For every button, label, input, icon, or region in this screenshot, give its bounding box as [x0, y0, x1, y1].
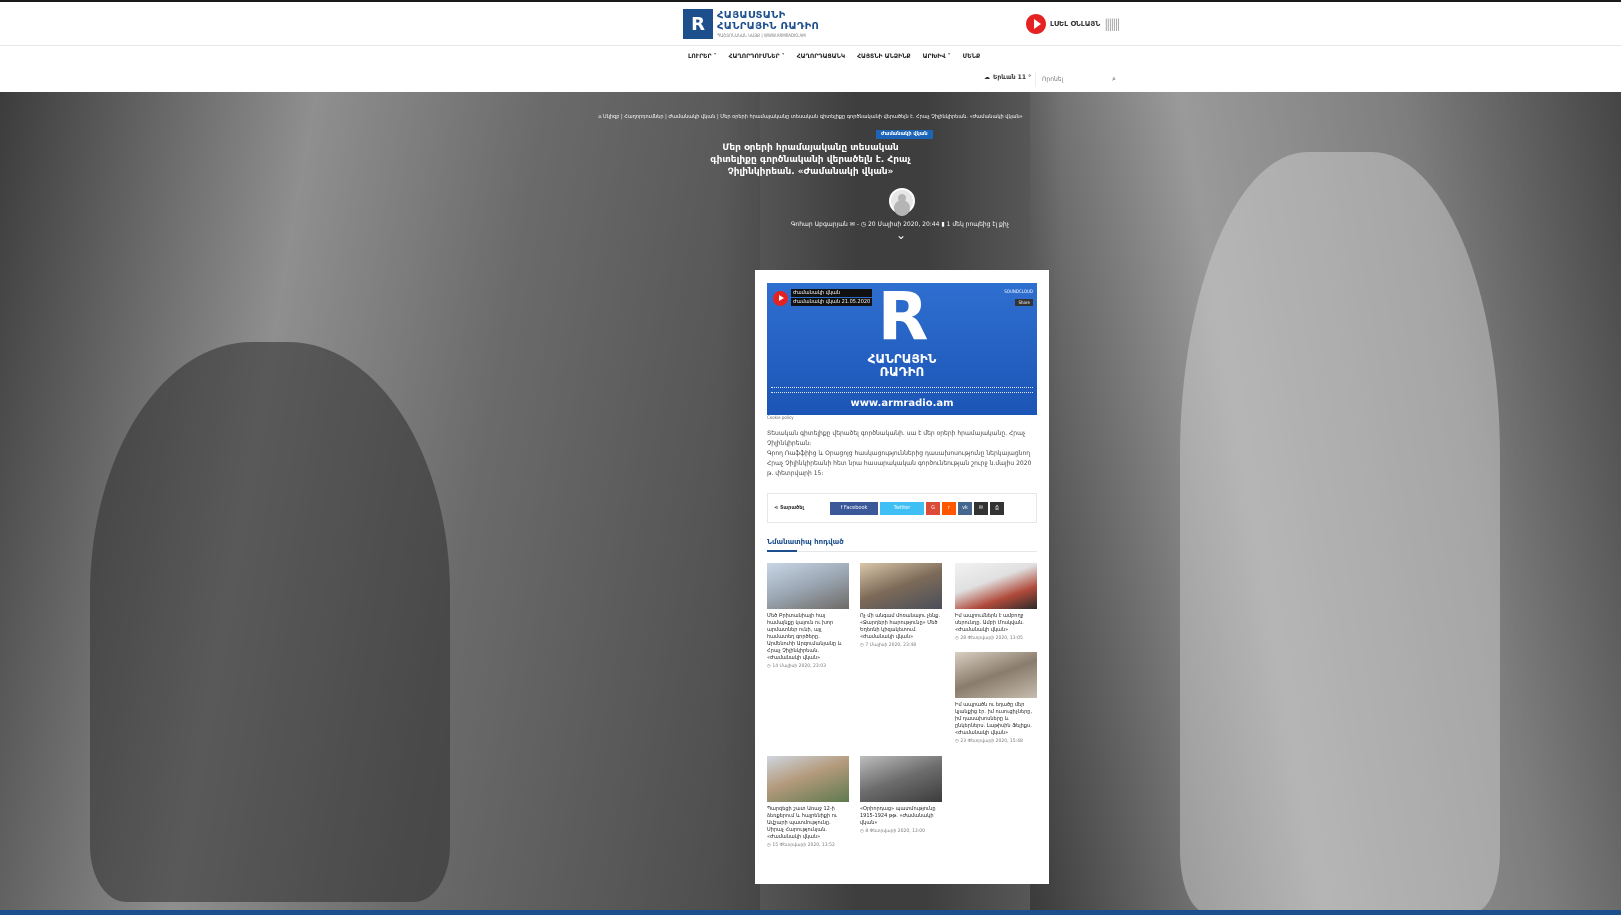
related-item-title[interactable]: «Օրիորդաց» պատմությունը 1915-1924 թթ. «Ժ…: [860, 806, 942, 827]
bottom-bar: [0, 910, 1621, 915]
vk-share-button[interactable]: vk: [958, 502, 972, 515]
related-divider: [767, 550, 1037, 552]
player-waveform[interactable]: [771, 387, 1033, 393]
google-share-button[interactable]: G: [926, 502, 940, 515]
body-paragraph-1: Տեսական գիտելիքը վերածել գործնականի. սա …: [767, 430, 1026, 447]
player-program[interactable]: Ժամանակի վկան: [791, 289, 873, 297]
related-item-title[interactable]: Պարզեցի շատ Առաջ 12-ի ձեռքերում և հայրեն…: [767, 806, 849, 841]
related-item-title[interactable]: Իմ ապրածն ու եղածը մեր կյանքից էր. իմ ու…: [955, 702, 1037, 737]
print-button[interactable]: ⎙: [990, 502, 1004, 515]
related-item-title[interactable]: Մեծ Բրիտանիայի հայ համայնքը կայուն ու խո…: [767, 613, 849, 662]
related-item-date: ◷ 23 Փետրվարի 2020, 15:48: [955, 739, 1023, 744]
nav-item-programs[interactable]: ՀԱՂՈՐԴՈՒՄՆԵՐ ˅: [729, 53, 785, 60]
related-item[interactable]: Մեծ Բրիտանիայի հայ համայնքը կայուն ու խո…: [767, 563, 849, 669]
weather-label: Երևան 11 °: [993, 74, 1032, 81]
cookie-policy-link[interactable]: Cookie policy: [767, 415, 794, 420]
related-thumbnail[interactable]: [955, 652, 1037, 698]
logo-line-1: ՀԱՅԱՍՏԱՆԻ: [717, 10, 786, 21]
share-label: ⋖ Տարածել: [774, 505, 804, 511]
related-item[interactable]: Պարզեցի շատ Առաջ 12-ի ձեռքերում և հայրեն…: [767, 756, 849, 848]
twitter-share-button[interactable]: Twitter: [880, 502, 924, 515]
related-item-date: ◷ 15 Փետրվարի 2020, 13:52: [767, 843, 835, 848]
related-thumbnail[interactable]: [860, 756, 942, 802]
related-item-date: ◷ 28 Փետրվարի 2020, 13:05: [955, 636, 1023, 641]
article-body: Տեսական գիտելիքը վերածել գործնականի. սա …: [767, 429, 1037, 479]
related-item-date: ◷ 8 Փետրվարի 2020, 13:00: [860, 829, 926, 834]
search-input[interactable]: [1042, 76, 1112, 83]
soundcloud-logo[interactable]: SOUNDCLOUD: [1004, 289, 1033, 294]
logo-text: ՀԱՅԱՍՏԱՆԻ ՀԱՆՐԱՅԻՆ ՌԱԴԻՈ ՊԱՇՏՈՆԱԿԱՆ ԿԱՅՔ…: [717, 10, 819, 38]
site-header: R ՀԱՅԱՍՏԱՆԻ ՀԱՆՐԱՅԻՆ ՌԱԴԻՈ ՊԱՇՏՈՆԱԿԱՆ ԿԱ…: [0, 2, 1621, 46]
post-title: Մեր օրերի հրամայականը տեսական գիտելիքը գ…: [710, 143, 911, 177]
hero-figure-man: [1180, 152, 1500, 912]
related-thumbnail[interactable]: [955, 563, 1037, 609]
player-url: www.armradio.am: [850, 398, 954, 409]
author-avatar[interactable]: [889, 188, 915, 214]
related-title: Նմանատիպ հոդված: [767, 538, 844, 546]
share-icon: ⋖: [774, 505, 779, 511]
player-logo-icon: R: [877, 283, 929, 355]
email-share-button[interactable]: ✉: [974, 502, 988, 515]
related-item-date: ◷ 7 Մայիսի 2020, 23:48: [860, 643, 917, 648]
related-thumbnail[interactable]: [860, 563, 942, 609]
player-share-button[interactable]: Share: [1015, 299, 1033, 306]
player-info: Ժամանակի վկան Ժամանակի վկան 21.05.2020: [791, 289, 873, 307]
related-item[interactable]: Իմ ապրածն ու եղածը մեր կյանքից էր. իմ ու…: [955, 652, 1037, 744]
soundcloud-player[interactable]: Ժամանակի վկան Ժամանակի վկան 21.05.2020 S…: [767, 283, 1037, 415]
related-item-date: ◷ 14 Մայիսի 2020, 23:03: [767, 664, 826, 669]
facebook-share-button[interactable]: f Facebook: [830, 502, 878, 515]
related-thumbnail[interactable]: [767, 563, 849, 609]
nav-item-about[interactable]: ՄԵՆՔ: [963, 53, 981, 60]
search-box: ⌕: [1035, 72, 1122, 87]
category-badge[interactable]: Ժամանակի վկան: [876, 130, 933, 139]
hero-figure-woman: [90, 342, 450, 902]
play-icon[interactable]: [1026, 14, 1046, 34]
related-item-title[interactable]: Ոչ մի անգամ մոռանալու չենք. «Ջարդերի հար…: [860, 613, 942, 641]
breadcrumb[interactable]: ⌂ Սկիզբ | Հաղորդումներ | Ժամանակի վկան |…: [580, 114, 1041, 120]
player-brand-line-2: ՌԱԴԻՈ: [879, 365, 925, 379]
player-play-icon[interactable]: [773, 291, 788, 306]
share-bar: ⋖ Տարածել f Facebook Twitter G r vk ✉ ⎙: [767, 493, 1037, 523]
related-thumbnail[interactable]: [767, 756, 849, 802]
body-paragraph-2: Գրող Ռաֆֆիից և Օրացոյց հասկացությունների…: [767, 450, 1032, 477]
cloud-icon: ☁: [984, 74, 990, 81]
email-icon[interactable]: ✉: [850, 221, 855, 228]
sub-nav: ☁ Երևան 11 ° ⌕: [0, 68, 1621, 92]
article-card: Ժամանակի վկան Ժամանակի վկան 21.05.2020 S…: [755, 270, 1049, 884]
author-name[interactable]: Գոհար Աբգարյան: [791, 221, 848, 228]
reddit-share-button[interactable]: r: [942, 502, 956, 515]
post-date: 20 Մայիսի 2020, 20:44: [867, 221, 940, 228]
nav-item-schedule[interactable]: ՀԱՂՈՐԴԱՑԱՆԿ: [797, 53, 845, 60]
bookmark-icon: ▮: [941, 221, 945, 228]
player-episode[interactable]: Ժամանակի վկան 21.05.2020: [791, 298, 873, 306]
related-item-title[interactable]: Իմ ապրումներն է ամբողջ սերունդը. Ամբի Մո…: [955, 613, 1037, 634]
read-time: 1 մեկ րոպեից էլ քիչ: [946, 221, 1010, 228]
search-icon[interactable]: ⌕: [1112, 75, 1116, 84]
related-item[interactable]: Իմ ապրումներն է ամբողջ սերունդը. Ամբի Մո…: [955, 563, 1037, 641]
site-logo[interactable]: R ՀԱՅԱՍՏԱՆԻ ՀԱՆՐԱՅԻՆ ՌԱԴԻՈ ՊԱՇՏՈՆԱԿԱՆ ԿԱ…: [683, 9, 819, 39]
nav-item-people[interactable]: ՀԱՅՏՆԻ ԱՆՁԻՆՔ: [857, 53, 910, 60]
sound-wave-icon: |||||||: [1104, 17, 1120, 31]
logo-line-2: ՀԱՆՐԱՅԻՆ ՌԱԴԻՈ: [717, 21, 820, 32]
related-item[interactable]: Ոչ մի անգամ մոռանալու չենք. «Ջարդերի հար…: [860, 563, 942, 648]
post-meta: Գոհար Աբգարյան ✉ - ◷ 20 Մայիսի 2020, 20:…: [790, 221, 1010, 228]
related-item[interactable]: «Օրիորդաց» պատմությունը 1915-1924 թթ. «Ժ…: [860, 756, 942, 834]
nav-item-news[interactable]: ԼՈՒՐԵՐ ˅: [688, 53, 717, 60]
live-radio[interactable]: ԼՍԵԼ ՕՆԼԱՅՆ |||||||: [1026, 14, 1121, 34]
main-nav: ԼՈՒՐԵՐ ˅ ՀԱՂՈՐԴՈՒՄՆԵՐ ˅ ՀԱՂՈՐԴԱՑԱՆԿ ՀԱՅՏ…: [0, 47, 1621, 68]
weather-widget[interactable]: ☁ Երևան 11 °: [984, 74, 1031, 81]
nav-item-archive[interactable]: ԱՐԽԻՎ ˅: [923, 53, 951, 60]
logo-subtitle: ՊԱՇՏՈՆԱԿԱՆ ԿԱՅՔ | WWW.ARMRADIO.AM: [717, 33, 806, 38]
clock-icon: ◷: [860, 221, 867, 228]
logo-mark-icon: R: [683, 9, 713, 39]
player-brand: ՀԱՆՐԱՅԻՆ ՌԱԴԻՈ: [767, 353, 1037, 379]
live-label[interactable]: ԼՍԵԼ ՕՆԼԱՅՆ: [1050, 20, 1100, 28]
chevron-down-icon[interactable]: ⌄: [896, 228, 906, 242]
